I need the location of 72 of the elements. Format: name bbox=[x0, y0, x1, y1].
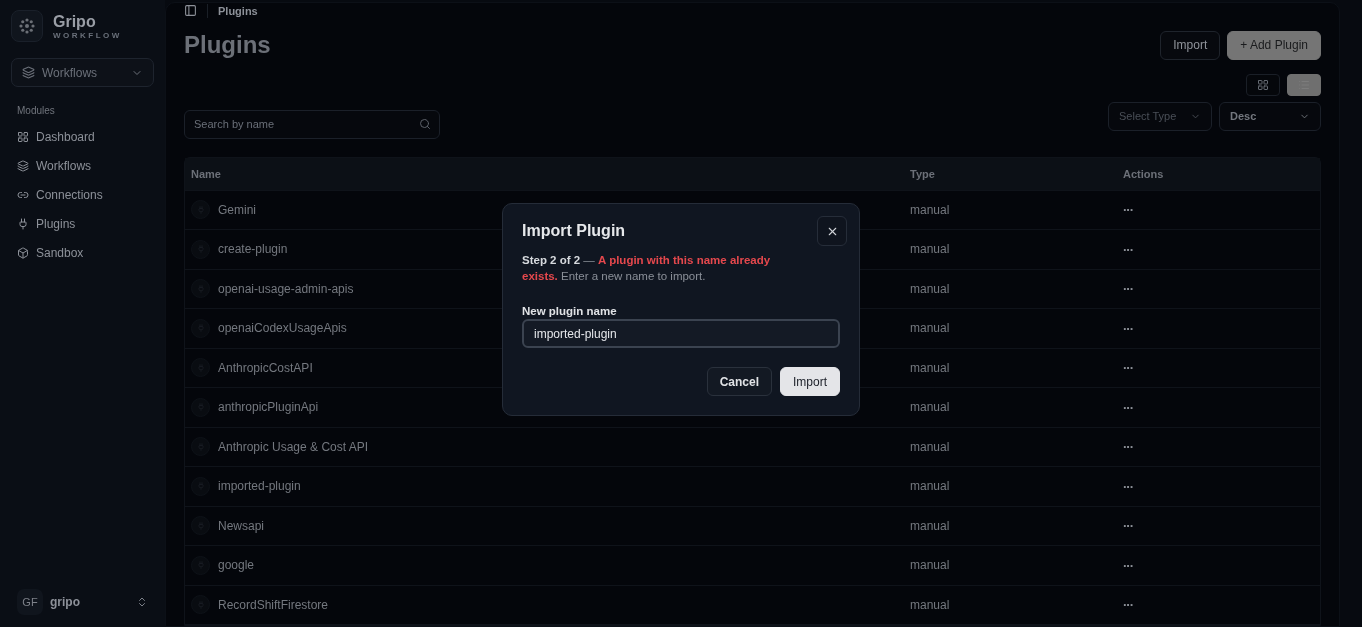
plugin-type: manual bbox=[910, 597, 951, 612]
row-actions-button[interactable]: ··· bbox=[1123, 439, 1133, 455]
plugin-type: manual bbox=[910, 400, 951, 415]
sort-select[interactable]: Desc bbox=[1219, 101, 1321, 131]
field-label: New plugin name bbox=[522, 305, 618, 317]
sidebar-item[interactable]: Workflows bbox=[11, 151, 154, 180]
row-actions-button[interactable]: ··· bbox=[1123, 281, 1133, 297]
row-actions-button[interactable]: ··· bbox=[1123, 557, 1133, 573]
plugin-name: AnthropicCostAPI bbox=[218, 360, 313, 375]
plugin-name: openaiCodexUsageApis bbox=[218, 321, 347, 336]
add-plugin-button[interactable]: + Add Plugin bbox=[1227, 30, 1321, 60]
row-actions-button[interactable]: ··· bbox=[1123, 360, 1133, 376]
column-header: Actions bbox=[1123, 167, 1165, 180]
search-icon bbox=[419, 117, 431, 130]
row-actions-button[interactable]: ··· bbox=[1123, 320, 1133, 336]
plugin-name-input[interactable]: imported-plugin bbox=[522, 319, 840, 348]
row-actions-button[interactable]: ··· bbox=[1123, 518, 1133, 534]
sidebar-item[interactable]: Sandbox bbox=[11, 238, 154, 267]
plugin-type: manual bbox=[910, 518, 951, 533]
plugin-name: Gemini bbox=[218, 202, 256, 217]
plugin-name: google bbox=[218, 558, 255, 573]
workspace-dropdown[interactable]: Workflows bbox=[11, 58, 154, 87]
list-view-button[interactable] bbox=[1287, 73, 1321, 96]
plugin-type: manual bbox=[910, 242, 951, 257]
plugin-type: manual bbox=[910, 281, 951, 296]
row-actions-button[interactable]: ··· bbox=[1123, 241, 1133, 257]
logo-icon bbox=[11, 10, 43, 42]
cancel-button[interactable]: Cancel bbox=[706, 367, 772, 396]
sidebar-item[interactable]: Dashboard bbox=[11, 122, 154, 151]
plugin-name: Anthropic Usage & Cost API bbox=[218, 439, 369, 454]
breadcrumb: Plugins bbox=[218, 4, 258, 17]
page-title: Plugins bbox=[184, 31, 271, 59]
plugin-type: manual bbox=[910, 202, 951, 217]
user-avatar: GF bbox=[17, 589, 43, 615]
workflows-icon bbox=[17, 159, 29, 172]
plugin-type: manual bbox=[910, 558, 951, 573]
dialog-description: Step 2 of 2 — A plugin with this name already exists. Enter a new name to import. bbox=[522, 253, 772, 284]
plugin-name: imported-plugin bbox=[218, 479, 301, 494]
dialog-title: Import Plugin bbox=[522, 222, 626, 240]
plugin-type: manual bbox=[910, 321, 951, 336]
plugins-icon bbox=[17, 217, 29, 230]
sandbox-icon bbox=[17, 246, 29, 259]
user-name: gripo bbox=[50, 595, 81, 609]
sidebar-toggle-icon[interactable] bbox=[184, 4, 197, 18]
import-button[interactable]: Import bbox=[1160, 30, 1221, 60]
layers-icon bbox=[22, 66, 35, 79]
plugin-name: RecordShiftFirestore bbox=[218, 597, 329, 612]
grid-icon bbox=[1257, 78, 1269, 91]
plugin-name: create-plugin bbox=[218, 242, 288, 257]
plugin-type: manual bbox=[910, 479, 951, 494]
plugin-name: openai-usage-admin-apis bbox=[218, 281, 354, 296]
sidebar-item[interactable]: Plugins bbox=[11, 209, 154, 238]
import-button[interactable]: Import bbox=[780, 367, 840, 396]
plugin-type: manual bbox=[910, 439, 951, 454]
plugin-name: Newsapi bbox=[218, 518, 265, 533]
row-actions-button[interactable]: ··· bbox=[1123, 399, 1133, 415]
close-button[interactable] bbox=[817, 216, 847, 246]
plugin-type: manual bbox=[910, 360, 951, 375]
sidebar-item[interactable]: Connections bbox=[11, 180, 154, 209]
row-actions-button[interactable]: ··· bbox=[1123, 478, 1133, 494]
chevrons-up-down-icon[interactable] bbox=[136, 596, 148, 608]
column-header: Name bbox=[191, 167, 222, 180]
grid-view-button[interactable] bbox=[1246, 73, 1280, 96]
row-actions-button[interactable]: ··· bbox=[1123, 597, 1133, 613]
column-header: Type bbox=[910, 167, 936, 180]
brand-name: Gripo bbox=[53, 12, 97, 31]
search-field[interactable]: Search by name bbox=[184, 109, 440, 139]
dashboard-icon bbox=[17, 130, 29, 143]
row-actions-button[interactable]: ··· bbox=[1123, 202, 1133, 218]
section-title: Modules bbox=[16, 105, 56, 116]
plugin-name: anthropicPluginApi bbox=[218, 400, 319, 415]
brand-tagline: WORKFLOW bbox=[53, 30, 122, 40]
